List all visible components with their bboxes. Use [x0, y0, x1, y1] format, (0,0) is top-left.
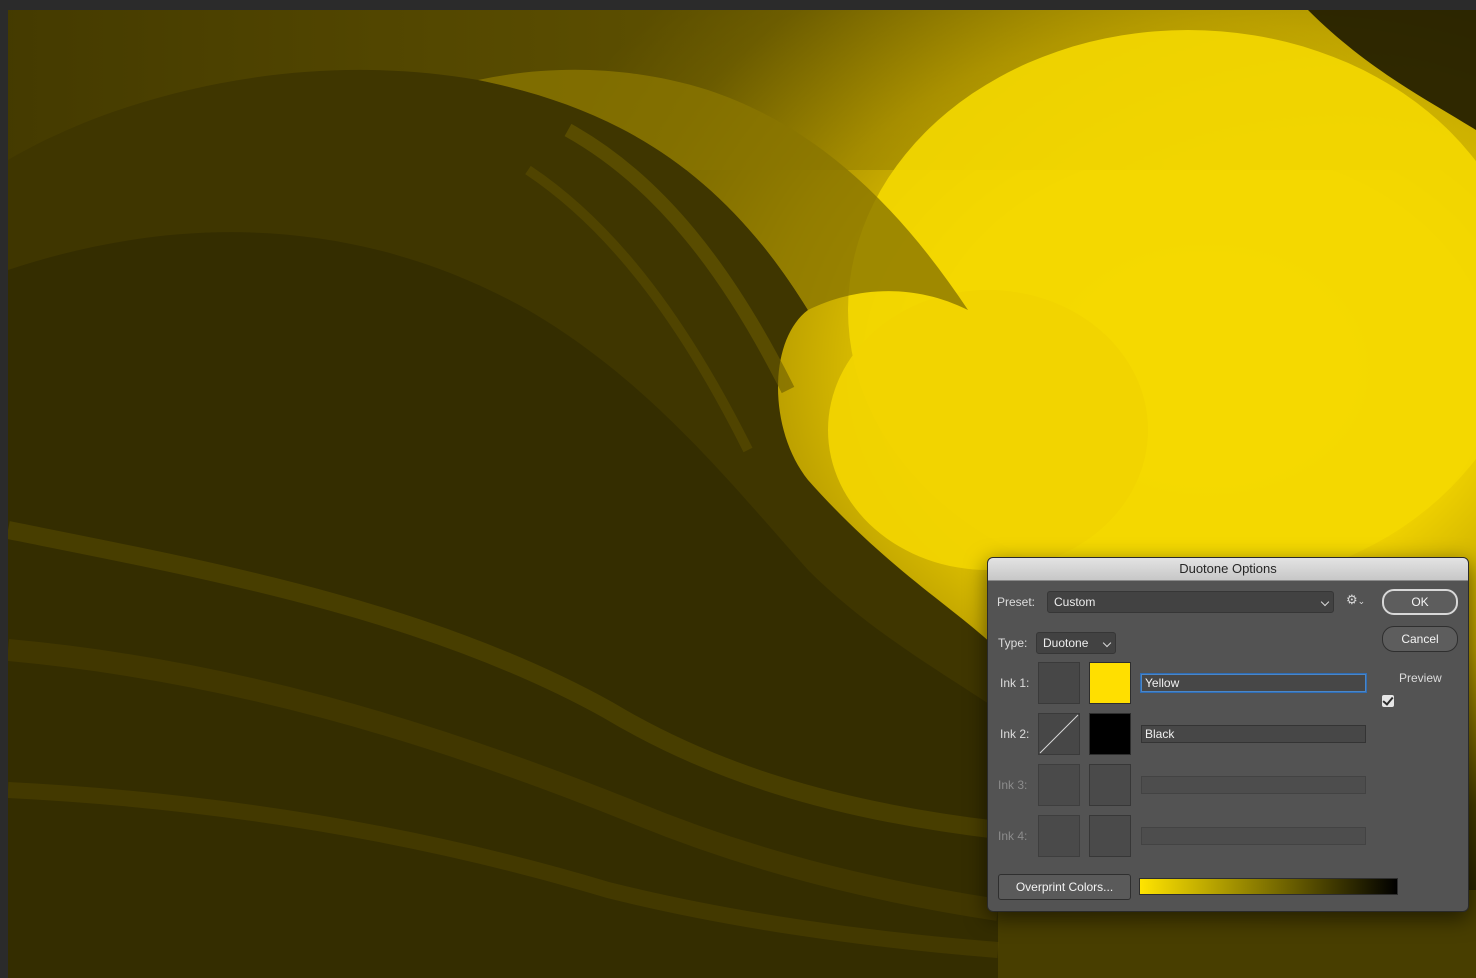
preset-value: Custom: [1054, 595, 1096, 609]
duotone-options-dialog: Duotone Options Preset: Custom ⚙⌄ Type: …: [987, 557, 1469, 912]
ok-button[interactable]: OK: [1382, 589, 1458, 615]
duotone-gradient-ramp: [1139, 878, 1398, 895]
preview-checkbox[interactable]: [1382, 695, 1394, 707]
ink2-name-field[interactable]: Black: [1141, 725, 1366, 743]
type-dropdown[interactable]: Duotone: [1036, 632, 1116, 654]
preset-options-gear-icon[interactable]: ⚙⌄: [1346, 592, 1365, 608]
ink3-color-swatch: [1089, 764, 1131, 806]
ink4-label: Ink 4:: [998, 829, 1028, 843]
ink3-label: Ink 3:: [998, 778, 1028, 792]
type-label: Type:: [998, 636, 1028, 650]
ink1-color-swatch[interactable]: [1089, 662, 1131, 704]
preset-label: Preset:: [997, 595, 1036, 609]
ink4-curve-button: [1038, 815, 1080, 857]
ink2-color-swatch[interactable]: [1089, 713, 1131, 755]
linear-curve-icon: [1039, 714, 1079, 754]
overprint-colors-button[interactable]: Overprint Colors...: [998, 874, 1131, 900]
preset-dropdown[interactable]: Custom: [1047, 591, 1334, 613]
ink2-curve-button[interactable]: [1038, 713, 1080, 755]
ink4-name-field: [1141, 827, 1366, 845]
ink3-name-field: [1141, 776, 1366, 794]
chevron-down-icon: [1320, 597, 1330, 607]
preview-label: Preview: [1399, 671, 1442, 685]
ink1-name-field[interactable]: Yellow: [1141, 674, 1366, 692]
ink1-label: Ink 1:: [1000, 676, 1030, 690]
cancel-button[interactable]: Cancel: [1382, 626, 1458, 652]
ink2-label: Ink 2:: [1000, 727, 1030, 741]
ink1-curve-button[interactable]: [1038, 662, 1080, 704]
type-value: Duotone: [1043, 636, 1089, 650]
ink3-curve-button: [1038, 764, 1080, 806]
dialog-title: Duotone Options: [988, 558, 1468, 581]
chevron-down-icon: [1102, 638, 1112, 648]
ink4-color-swatch: [1089, 815, 1131, 857]
